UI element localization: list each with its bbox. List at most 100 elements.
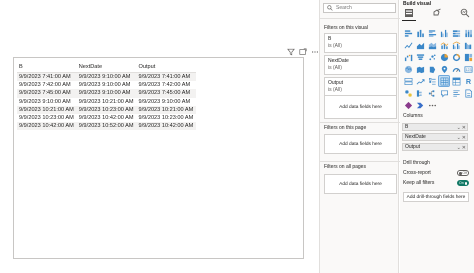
divider: [320, 122, 400, 123]
report-canvas[interactable]: B NextDate Output 9/9/2023 7:41:00 AM 9/…: [0, 0, 319, 273]
table-row[interactable]: 9/9/2023 7:41:00 AM 9/9/2023 9:10:00 AM …: [17, 72, 197, 82]
filter-card-value: is (All): [328, 87, 342, 93]
table-row[interactable]: 9/9/2023 10:21:00 AM 9/9/2023 10:23:00 A…: [17, 105, 197, 115]
matrix-icon[interactable]: [451, 76, 461, 86]
keep-all-filters-row: Keep all filters On: [403, 179, 469, 187]
column-field-output[interactable]: Output ⌄ ✕: [402, 143, 468, 151]
table-row[interactable]: 9/9/2023 7:45:00 AM 9/9/2023 9:10:00 AM …: [17, 89, 197, 98]
data-table: B NextDate Output 9/9/2023 7:41:00 AM 9/…: [17, 62, 197, 131]
clustered-column-chart-icon[interactable]: [439, 28, 449, 38]
analytics-tab-icon[interactable]: [460, 8, 470, 18]
column-field-b[interactable]: B ⌄ ✕: [402, 123, 468, 131]
filter-icon[interactable]: [287, 48, 295, 56]
filter-card-name: B: [328, 36, 332, 42]
table-cell: 9/9/2023 7:41:00 AM: [136, 72, 197, 82]
chevron-down-icon[interactable]: ⌄: [457, 145, 461, 151]
scatter-chart-icon[interactable]: [427, 52, 437, 62]
100-stacked-bar-chart-icon[interactable]: [451, 28, 461, 38]
focus-mode-icon[interactable]: [299, 48, 307, 56]
map-icon[interactable]: [403, 64, 413, 74]
cross-report-row: Cross-report Off: [403, 169, 469, 177]
power-apps-icon[interactable]: [403, 100, 413, 110]
waterfall-chart-icon[interactable]: [403, 52, 413, 62]
gauge-icon[interactable]: [451, 64, 461, 74]
chevron-down-icon[interactable]: ⌄: [457, 125, 461, 131]
divider: [320, 161, 400, 162]
table-cell: 9/9/2023 10:52:00 AM: [76, 122, 137, 131]
more-visuals-icon[interactable]: [427, 100, 437, 110]
drill-through-title: Drill through: [403, 160, 430, 166]
line-and-stacked-column-chart-icon[interactable]: [439, 40, 449, 50]
columns-well-label: Columns: [403, 113, 423, 119]
key-influencers-icon[interactable]: [415, 88, 425, 98]
table-cell: 9/9/2023 10:42:00 AM: [17, 122, 77, 131]
remove-field-icon[interactable]: ✕: [462, 125, 466, 131]
stacked-bar-chart-icon[interactable]: [403, 28, 413, 38]
table-visual-icon[interactable]: [438, 75, 450, 87]
chevron-down-icon[interactable]: ⌄: [457, 135, 461, 141]
table-row[interactable]: 9/9/2023 7:42:00 AM 9/9/2023 9:10:00 AM …: [17, 81, 196, 89]
area-chart-icon[interactable]: [415, 40, 425, 50]
search-icon: [327, 5, 333, 11]
drill-through-drop-zone[interactable]: Add drill-through fields here: [403, 192, 469, 202]
python-visual-icon[interactable]: [403, 88, 413, 98]
build-visual-pane: Build visual 123 R Columns B ⌄ ✕ NextDat…: [400, 0, 474, 273]
table-row[interactable]: 9/9/2023 10:42:00 AM 9/9/2023 10:52:00 A…: [17, 122, 197, 131]
decomposition-tree-icon[interactable]: [427, 88, 437, 98]
line-chart-icon[interactable]: [403, 40, 413, 50]
active-tab-indicator: [402, 20, 416, 21]
page-filters-drop-zone[interactable]: Add data fields here: [324, 134, 397, 154]
column-header-output[interactable]: Output: [136, 62, 197, 73]
smart-narrative-icon[interactable]: [451, 88, 461, 98]
table-row[interactable]: 9/9/2023 10:23:00 AM 9/9/2023 10:42:00 A…: [17, 114, 196, 122]
filters-on-all-pages-title: Filters on all pages: [324, 164, 366, 170]
qna-icon[interactable]: [439, 88, 449, 98]
100-stacked-column-chart-icon[interactable]: [463, 28, 473, 38]
paginated-report-icon[interactable]: [463, 88, 473, 98]
filled-map-icon[interactable]: [415, 64, 425, 74]
stacked-area-chart-icon[interactable]: [427, 40, 437, 50]
filter-card-name: Output: [328, 80, 344, 86]
pie-chart-icon[interactable]: [439, 52, 449, 62]
keep-all-filters-toggle[interactable]: On: [457, 180, 469, 186]
filter-search-input[interactable]: [336, 5, 391, 11]
kpi-icon[interactable]: [415, 76, 425, 86]
table-row[interactable]: 9/9/2023 9:10:00 AM 9/9/2023 10:21:00 AM…: [17, 98, 196, 106]
filter-card-output[interactable]: Output is (All): [324, 77, 397, 97]
column-header-nextdate[interactable]: NextDate: [76, 62, 137, 73]
multi-row-card-icon[interactable]: [403, 76, 413, 86]
filter-card-value: is (All): [328, 43, 342, 49]
build-visual-tab-icon[interactable]: [404, 8, 414, 18]
funnel-chart-icon[interactable]: [415, 52, 425, 62]
cross-report-label: Cross-report: [403, 170, 431, 176]
donut-chart-icon[interactable]: [451, 52, 461, 62]
clustered-bar-chart-icon[interactable]: [427, 28, 437, 38]
shape-map-icon[interactable]: [427, 64, 437, 74]
filter-card-nextdate[interactable]: NextDate is (All): [324, 55, 397, 75]
visual-filters-drop-zone[interactable]: Add data fields here: [324, 95, 397, 119]
power-automate-icon[interactable]: [415, 100, 425, 110]
table-cell: 9/9/2023 10:21:00 AM: [136, 105, 197, 115]
table-cell: 9/9/2023 9:10:00 AM: [76, 72, 137, 82]
table-cell: 9/9/2023 7:42:00 AM: [19, 82, 71, 89]
column-header-b[interactable]: B: [17, 62, 77, 73]
format-visual-tab-icon[interactable]: [432, 8, 442, 18]
r-script-visual-icon[interactable]: R: [463, 76, 473, 86]
stacked-column-chart-icon[interactable]: [415, 28, 425, 38]
cross-report-toggle[interactable]: Off: [457, 170, 469, 176]
treemap-icon[interactable]: [463, 52, 473, 62]
card-icon[interactable]: 123: [463, 64, 473, 74]
ribbon-chart-icon[interactable]: [463, 40, 473, 50]
filter-card-b[interactable]: B is (All): [324, 33, 397, 53]
column-field-nextdate[interactable]: NextDate ⌄ ✕: [402, 133, 468, 141]
filter-search-box[interactable]: [323, 3, 396, 13]
filter-card-name: NextDate: [328, 58, 349, 64]
slicer-icon[interactable]: [427, 76, 437, 86]
remove-field-icon[interactable]: ✕: [462, 135, 466, 141]
table-cell: 9/9/2023 7:45:00 AM: [17, 89, 77, 98]
azure-map-icon[interactable]: [439, 64, 449, 74]
all-pages-filters-drop-zone[interactable]: Add data fields here: [324, 174, 397, 194]
line-and-clustered-column-chart-icon[interactable]: [451, 40, 461, 50]
remove-field-icon[interactable]: ✕: [462, 145, 466, 151]
more-options-icon[interactable]: [311, 48, 319, 56]
